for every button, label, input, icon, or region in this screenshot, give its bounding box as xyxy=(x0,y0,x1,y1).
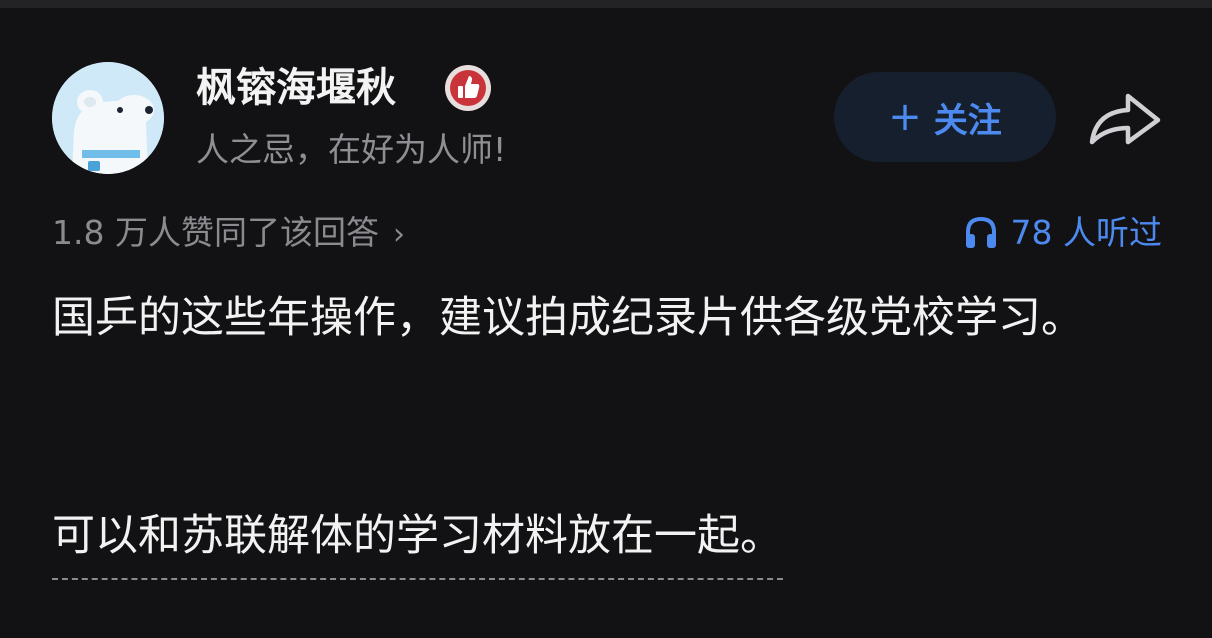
thumbs-up-badge-icon xyxy=(444,64,492,112)
likes-count[interactable]: 1.8 万人赞同了该回答 › xyxy=(52,208,405,260)
top-border xyxy=(0,0,1212,8)
headphone-icon xyxy=(965,216,996,248)
listeners-text: 78 人听过 xyxy=(1010,213,1162,252)
author-signature: 人之忌，在好为人师! xyxy=(196,130,507,169)
author-avatar[interactable] xyxy=(52,62,164,174)
follow-button[interactable]: + 关注 xyxy=(834,72,1056,162)
share-arrow-icon[interactable] xyxy=(1086,88,1164,150)
follow-label: 关注 xyxy=(933,100,1002,141)
answer-paragraph-1: 国乒的这些年操作，建议拍成纪录片供各级党校学习。 xyxy=(52,293,1084,343)
likes-text: 1.8 万人赞同了该回答 xyxy=(52,213,379,252)
listeners-count[interactable]: 78 人听过 xyxy=(963,208,1162,258)
author-name[interactable]: 枫镕海堰秋 xyxy=(196,60,396,116)
plus-icon: + xyxy=(888,94,922,140)
polar-bear-avatar-icon xyxy=(52,62,164,174)
answer-paragraph-2[interactable]: 可以和苏联解体的学习材料放在一起。 xyxy=(52,500,783,580)
chevron-right-icon: › xyxy=(392,217,405,252)
